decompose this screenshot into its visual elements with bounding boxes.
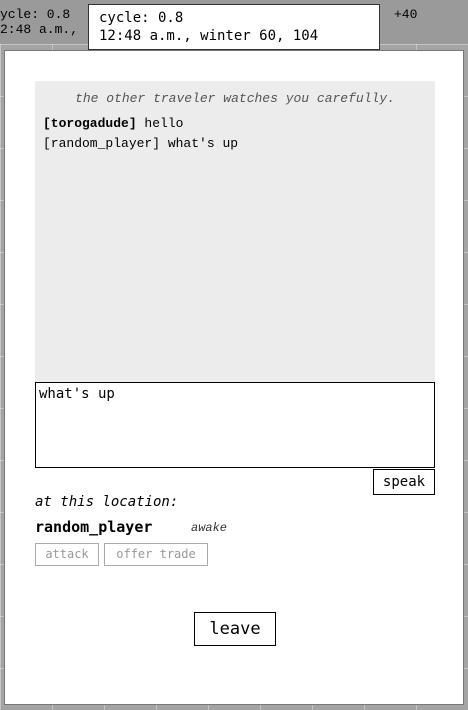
chat-message-author: [random_player]: [43, 136, 161, 151]
location-heading: at this location:: [35, 494, 179, 510]
cycle-tooltip: cycle: 0.8 12:48 a.m., winter 60, 104: [88, 4, 380, 50]
player-name: random_player: [35, 518, 153, 536]
chat-modal: the other traveler watches you carefully…: [4, 50, 464, 705]
chat-log: the other traveler watches you carefully…: [35, 81, 435, 382]
offer-trade-button[interactable]: offer trade: [104, 543, 208, 566]
chat-message-text: what's up: [160, 136, 239, 151]
background-time-readout: ycle: 0.8 2:48 a.m.,: [0, 7, 78, 37]
chat-input[interactable]: what's up: [35, 382, 435, 468]
chat-message: [random_player] what's up: [43, 134, 427, 154]
attack-button[interactable]: attack: [35, 543, 99, 566]
chat-note: the other traveler watches you carefully…: [75, 91, 395, 106]
chat-message-author: [torogadude]: [43, 116, 137, 131]
chat-message: [torogadude] hello: [43, 114, 427, 134]
leave-button[interactable]: leave: [194, 612, 276, 646]
time-date-value: 12:48 a.m., winter 60, 104: [99, 28, 319, 44]
background-right-readout: +40: [394, 7, 418, 22]
chat-message-text: hello: [136, 116, 184, 131]
speak-button[interactable]: speak: [373, 469, 435, 495]
background-cycle-text: ycle: 0.8: [0, 7, 71, 22]
player-status: awake: [191, 521, 228, 535]
background-time-text: 2:48 a.m.,: [0, 22, 79, 37]
cycle-value: cycle: 0.8: [99, 10, 184, 26]
